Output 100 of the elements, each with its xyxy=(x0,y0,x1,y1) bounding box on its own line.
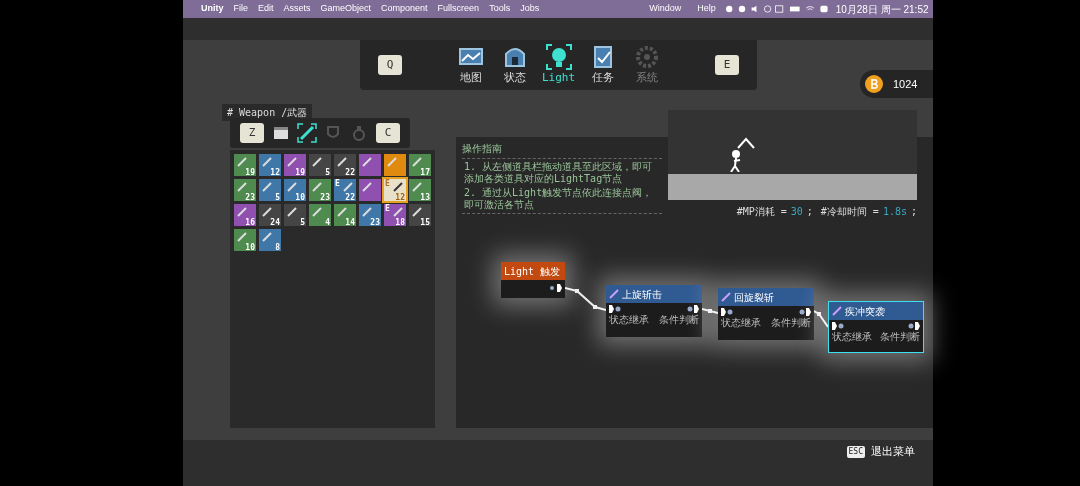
menu-item[interactable]: File xyxy=(233,2,248,16)
weapon-icon xyxy=(261,231,273,243)
equipped-mark: E xyxy=(385,180,390,188)
node-title: 上旋斩击 xyxy=(622,287,662,302)
item-count: 22 xyxy=(345,194,355,201)
item-count: 16 xyxy=(245,219,255,226)
weapon-icon xyxy=(336,156,348,168)
inventory-slot[interactable]: 4 xyxy=(309,204,331,226)
inventory-slot[interactable]: 10 xyxy=(234,229,256,251)
weapon-icon xyxy=(261,156,273,168)
weapon-icon xyxy=(261,206,273,218)
skill-node[interactable]: 疾冲突袭 状态继承 条件判断 xyxy=(828,301,924,353)
inventory-slot[interactable]: 16 xyxy=(234,204,256,226)
inventory-slot[interactable]: 17 xyxy=(409,154,431,176)
inventory-slot[interactable]: 23 xyxy=(309,179,331,201)
skill-node[interactable]: 回旋裂斩 状态继承 条件判断 xyxy=(718,288,814,340)
menu-item[interactable]: Tools xyxy=(489,2,511,16)
input-port-icon[interactable] xyxy=(832,322,844,330)
nav-tab[interactable]: Light xyxy=(542,43,575,87)
nav-tab[interactable]: 状态 xyxy=(498,43,531,87)
inventory-slot[interactable]: 10 xyxy=(284,179,306,201)
skill-node[interactable]: 上旋斩击 状态继承 条件判断 xyxy=(606,285,702,337)
inventory-slot[interactable]: 14 xyxy=(334,204,356,226)
output-port-label: 条件判断 xyxy=(659,314,699,326)
stat-label: #冷却时间 = xyxy=(820,205,879,219)
guide-title: 操作指南 xyxy=(462,142,503,156)
weapon-icon xyxy=(411,156,423,168)
weapon-icon xyxy=(236,231,248,243)
weapon-icon xyxy=(236,206,248,218)
inventory-slot[interactable]: 5 xyxy=(284,204,306,226)
weapon-icon xyxy=(311,156,323,168)
category-tab[interactable] xyxy=(297,123,317,143)
inventory-slot[interactable]: 8 xyxy=(259,229,281,251)
prev-key-button[interactable]: Z xyxy=(240,123,264,143)
input-port-label: 状态继承 xyxy=(721,317,761,329)
output-port-icon[interactable] xyxy=(550,284,562,292)
menu-item[interactable]: Component xyxy=(381,2,428,16)
menu-item[interactable]: Assets xyxy=(283,2,311,16)
input-port-icon[interactable] xyxy=(609,305,621,313)
clock: 10月28日 周一 21:52 xyxy=(835,2,929,17)
menu-item[interactable]: GameObject xyxy=(320,2,372,16)
prev-key-button[interactable]: Q xyxy=(378,55,402,75)
inventory-slot[interactable]: E 22 xyxy=(334,179,356,201)
inventory-slot[interactable]: 12 xyxy=(259,154,281,176)
output-port-icon[interactable] xyxy=(908,322,920,330)
item-count: 5 xyxy=(325,169,330,176)
app-menu[interactable]: Unity xyxy=(201,2,224,16)
inventory-slot[interactable]: 23 xyxy=(234,179,256,201)
node-title: 疾冲突袭 xyxy=(845,304,885,319)
status-icons-drawing[interactable] xyxy=(725,4,830,14)
trigger-node[interactable]: Light 触发 xyxy=(501,262,565,298)
weapon-icon xyxy=(721,292,731,302)
weapon-icon xyxy=(411,181,423,193)
sword-icon xyxy=(297,123,317,143)
next-key-button[interactable]: E xyxy=(715,55,739,75)
output-port-icon[interactable] xyxy=(799,308,811,316)
input-port-icon[interactable] xyxy=(721,308,733,316)
coin-amount: 1024 xyxy=(893,76,918,92)
weapon-icon xyxy=(342,181,354,193)
stat-label: #MP消耗 = xyxy=(736,205,787,219)
inventory-slot[interactable]: 19 xyxy=(284,154,306,176)
weapon-icon xyxy=(361,206,373,218)
inventory-slot[interactable]: 24 xyxy=(259,204,281,226)
inventory-slot[interactable]: 15 xyxy=(409,204,431,226)
menu-item[interactable]: Jobs xyxy=(520,2,540,16)
weapon-icon xyxy=(311,206,323,218)
item-count: 23 xyxy=(370,219,380,226)
exit-menu-button[interactable]: 退出菜单 xyxy=(871,444,915,461)
menu-item[interactable]: Window xyxy=(649,2,682,16)
nav-tab[interactable]: 地图 xyxy=(454,43,487,87)
gear-icon xyxy=(633,43,660,70)
inventory-slot[interactable]: 22 xyxy=(334,154,356,176)
inventory-slot[interactable]: E 12 xyxy=(384,179,406,201)
menu-item[interactable]: Edit xyxy=(258,2,274,16)
inventory-slot[interactable]: 5 xyxy=(309,154,331,176)
input-port-label: 状态继承 xyxy=(609,314,649,326)
menu-item[interactable]: Help xyxy=(697,2,716,16)
menu-item[interactable]: Fullscreen xyxy=(437,2,480,16)
weapon-icon xyxy=(336,206,348,218)
item-count: 15 xyxy=(420,219,430,226)
item-count: 10 xyxy=(245,244,255,251)
coin-icon xyxy=(865,75,883,93)
inventory-slot[interactable]: 19 xyxy=(234,154,256,176)
inventory-slot[interactable]: 23 xyxy=(359,204,381,226)
item-count: 24 xyxy=(270,219,280,226)
item-count: 12 xyxy=(395,194,405,201)
weapon-icon xyxy=(236,181,248,193)
weapon-icon xyxy=(261,181,273,193)
input-port-label: 状态继承 xyxy=(832,331,872,343)
inventory-slot[interactable]: E 18 xyxy=(384,204,406,226)
inventory-slot[interactable] xyxy=(359,179,381,201)
item-count: 19 xyxy=(295,169,305,176)
next-key-button[interactable]: C xyxy=(376,123,400,143)
inventory-slot[interactable]: 5 xyxy=(259,179,281,201)
output-port-icon[interactable] xyxy=(687,305,699,313)
inventory-slot[interactable] xyxy=(359,154,381,176)
connector-line xyxy=(814,310,828,328)
inventory-slot[interactable]: 13 xyxy=(409,179,431,201)
nav-tab[interactable]: 任务 xyxy=(586,43,619,87)
weapon-icon xyxy=(386,156,398,168)
